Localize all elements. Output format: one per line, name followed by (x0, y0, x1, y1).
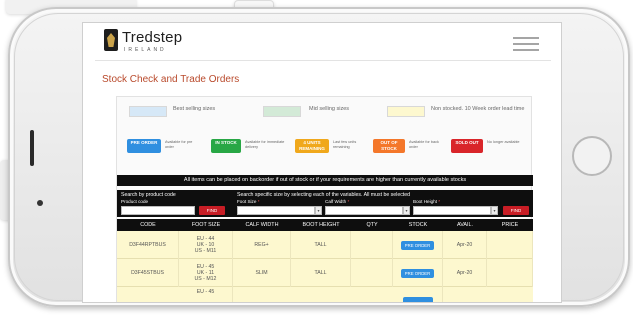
boot-height-select[interactable] (413, 206, 491, 215)
cell-boot-height: TALL (291, 231, 351, 259)
cell-stock (393, 287, 443, 302)
cell-foot-size: EU - 45 (179, 287, 233, 302)
column-header[interactable]: STOCK (393, 219, 443, 231)
table-header: CODE FOOT SIZE CALF WIDTH BOOT HEIGHT QT… (117, 219, 533, 231)
stock-button[interactable] (402, 297, 433, 302)
brand-subtitle: IRELAND (124, 47, 167, 53)
calf-width-label: Calf Width * (325, 199, 350, 204)
phone-home-button[interactable] (572, 136, 612, 176)
stock-table: CODE FOOT SIZE CALF WIDTH BOOT HEIGHT QT… (117, 219, 533, 302)
column-header[interactable]: QTY (351, 219, 393, 231)
legend-label-mid: Mid selling sizes (309, 106, 350, 112)
status-desc-units-remaining: Last few units remaining (333, 140, 357, 149)
status-badge-in-stock: IN STOCK (211, 139, 241, 153)
screenshot-scene: Tredstep IRELAND Stock Check and Trade O… (0, 0, 633, 315)
status-desc-sold-out: No longer available (487, 140, 520, 144)
cell-calf-width: SLIM (233, 259, 291, 287)
calf-width-select[interactable] (325, 206, 403, 215)
brand-name[interactable]: Tredstep (122, 29, 182, 46)
cell-foot-size: EU - 45 UK - 11 US - M12 (179, 259, 233, 287)
legend-label-non-stocked: Non stocked. 10 Week order lead time (431, 106, 525, 112)
boot-height-label: Boot Height * (413, 199, 441, 204)
status-badge-out-of-stock: OUT OF STOCK (373, 139, 405, 153)
cell-price (487, 259, 533, 287)
column-header[interactable]: FOOT SIZE (179, 219, 233, 231)
cell-foot-size: EU - 44 UK - 10 US - M11 (179, 231, 233, 259)
status-badge-units-remaining: 4 UNITS REMAINING (295, 139, 329, 153)
status-badge-sold-out: SOLD OUT (451, 139, 483, 153)
cell-qty[interactable] (351, 259, 393, 287)
column-header[interactable]: PRICE (487, 219, 533, 231)
site-header: Tredstep IRELAND (83, 23, 561, 60)
cell-stock: PRE ORDER (393, 231, 443, 259)
legend: Best selling sizes Mid selling sizes Non… (117, 103, 533, 119)
legend-swatch-non-stocked (387, 106, 425, 117)
phone-speaker (30, 130, 34, 166)
status-desc-pre-order: Available for pre order (165, 140, 193, 149)
table-row: EU - 45 (117, 287, 533, 302)
foot-size-select[interactable] (237, 206, 315, 215)
backorder-notice: All items can be placed on backorder if … (117, 175, 533, 186)
find-by-size-button[interactable]: FIND (503, 206, 529, 215)
foot-size-dropdown-icon[interactable]: ▾ (315, 206, 322, 215)
column-header[interactable]: CALF WIDTH (233, 219, 291, 231)
stock-panel: Best selling sizes Mid selling sizes Non… (116, 96, 533, 302)
column-header[interactable]: CODE (117, 219, 179, 231)
phone-screen: Tredstep IRELAND Stock Check and Trade O… (82, 22, 562, 303)
search-by-size-title: Search specific size by selecting each o… (237, 192, 411, 198)
legend-label-best: Best selling sizes (173, 106, 216, 112)
cell-code: D3F45STBUS (117, 259, 179, 287)
legend-swatch-mid (263, 106, 301, 117)
boot-height-dropdown-icon[interactable]: ▾ (491, 206, 498, 215)
menu-icon[interactable] (513, 37, 539, 51)
foot-size-label: Foot Size * (237, 199, 260, 204)
pre-order-button[interactable]: PRE ORDER (400, 268, 435, 278)
legend-swatch-best (129, 106, 167, 117)
logo-icon[interactable] (104, 29, 118, 51)
status-desc-out-of-stock: Available for back order (409, 140, 439, 149)
status-desc-in-stock: Available for immediate delivery (245, 140, 285, 149)
cell-qty[interactable] (351, 231, 393, 259)
search-by-code-title: Search by product code (121, 192, 176, 198)
calf-width-dropdown-icon[interactable]: ▾ (403, 206, 410, 215)
cell-code: D3F44RPTBUS (117, 231, 179, 259)
table-row: D3F45STBUS EU - 45 UK - 11 US - M12 SLIM T… (117, 259, 533, 287)
status-badge-pre-order: PRE ORDER (127, 139, 161, 153)
cell-price (487, 231, 533, 259)
phone-camera (37, 200, 43, 206)
column-header[interactable]: AVAIL. (443, 219, 487, 231)
cell-boot-height: TALL (291, 259, 351, 287)
search-section: Search by product code Product code FIND… (117, 190, 533, 217)
cell-avail: Apr-20 (443, 231, 487, 259)
product-code-label: Product code (121, 199, 149, 204)
product-code-input[interactable] (121, 206, 195, 215)
column-header[interactable]: BOOT HEIGHT (291, 219, 351, 231)
status-legend: PRE ORDER Available for pre order IN STO… (117, 135, 533, 157)
table-row: D3F44RPTBUS EU - 44 UK - 10 US - M11 REG+ … (117, 231, 533, 259)
header-divider (95, 60, 551, 61)
find-by-code-button[interactable]: FIND (199, 206, 225, 215)
page-title: Stock Check and Trade Orders (102, 74, 240, 85)
cell-stock: PRE ORDER (393, 259, 443, 287)
cell-calf-width: REG+ (233, 231, 291, 259)
pre-order-button[interactable]: PRE ORDER (400, 240, 435, 250)
cell-avail: Apr-20 (443, 259, 487, 287)
